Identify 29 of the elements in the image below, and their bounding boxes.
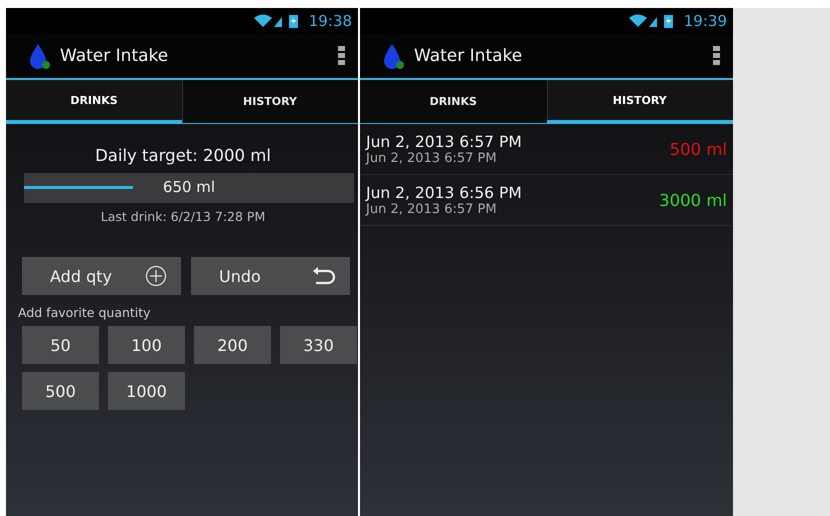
overflow-menu-icon[interactable] — [338, 46, 346, 66]
plus-circle-icon — [145, 265, 167, 287]
app-title: Water Intake — [60, 46, 170, 66]
entry-date: Jun 2, 2013 6:57 PM — [366, 132, 522, 150]
entry-date: Jun 2, 2013 6:56 PM — [366, 184, 522, 202]
quantity-button[interactable]: 50 — [22, 326, 99, 364]
favorites-label: Add favorite quantity — [18, 305, 152, 320]
undo-icon — [312, 267, 336, 285]
daily-target: Daily target: 2000 ml — [94, 146, 272, 165]
last-drink: Last drink: 6/2/13 7:28 PM — [100, 209, 266, 224]
entry-subdate: Jun 2, 2013 6:57 PM — [366, 150, 498, 166]
quantity-button[interactable]: 100 — [108, 326, 185, 364]
progress-reading: 650 ml — [162, 178, 216, 196]
tab[interactable]: HISTORY — [546, 80, 733, 124]
app-title: Water Intake — [414, 46, 524, 66]
quantity-button[interactable]: 200 — [194, 326, 271, 364]
add-button[interactable]: Add qty — [22, 257, 181, 295]
overflow-menu-icon[interactable] — [713, 46, 721, 66]
quantity-button[interactable]: 1000 — [108, 372, 185, 410]
quantity-button[interactable]: 330 — [280, 326, 357, 364]
undo-button[interactable]: Undo — [191, 257, 350, 295]
status-time: 19:39 — [684, 12, 727, 30]
status-time: 19:38 — [308, 12, 352, 30]
entry-amount: 3000 ml — [659, 190, 727, 210]
entry-subdate: Jun 2, 2013 6:57 PM — [366, 202, 498, 216]
tab[interactable]: DRINKS — [6, 80, 182, 124]
quantity-button[interactable]: 500 — [22, 372, 99, 410]
entry-amount: 500 ml — [670, 140, 727, 158]
tab[interactable]: HISTORY — [182, 80, 358, 124]
